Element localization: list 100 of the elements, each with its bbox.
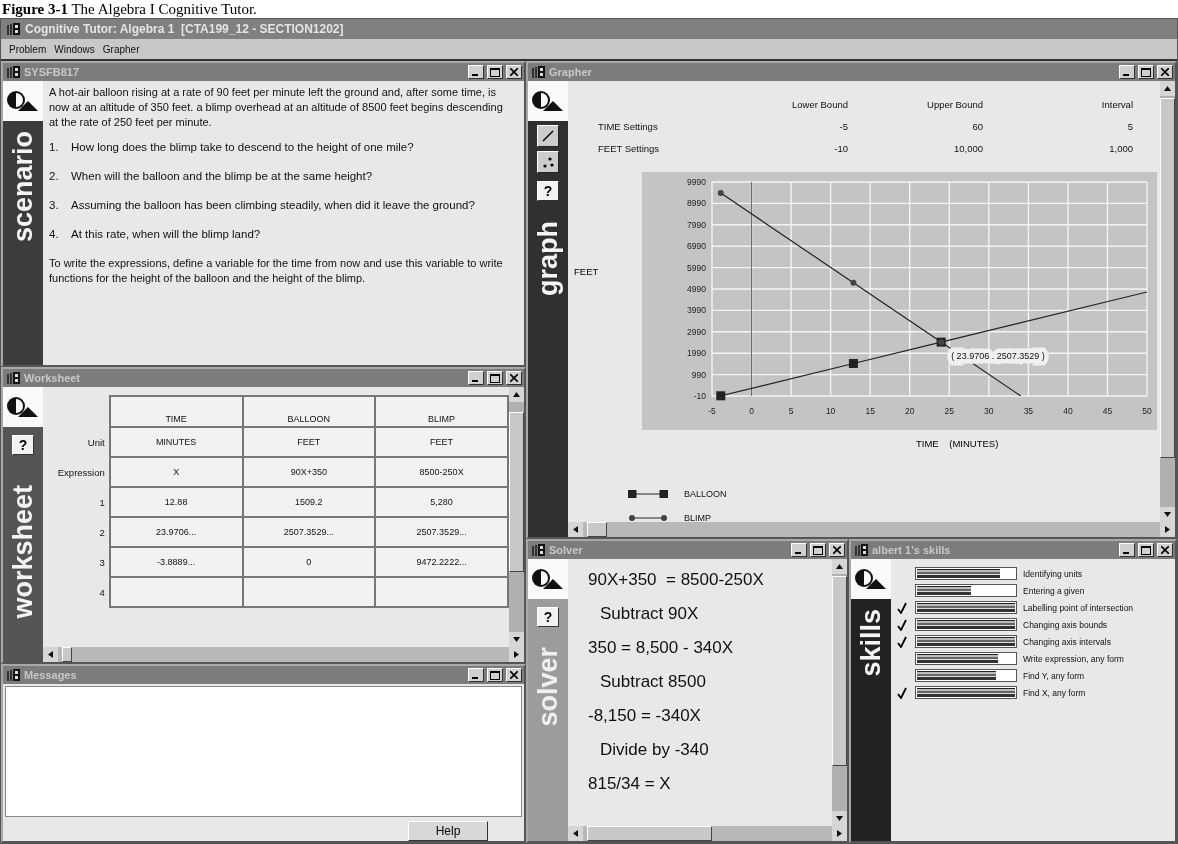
maximize-icon [490,373,500,383]
settings-value[interactable]: 1,000 [983,143,1133,154]
scroll-left-icon[interactable] [568,826,583,841]
row-label: 1 [45,487,110,517]
figure-caption: Figure 3-1 The Algebra I Cognitive Tutor. [1,0,257,18]
x-tick-label: 5 [788,406,794,416]
settings-value[interactable]: 60 [848,121,983,132]
y-tick-label: 5990 [687,262,706,273]
close-button[interactable] [1157,65,1173,79]
points-tool-button[interactable] [537,151,559,173]
scroll-down-icon[interactable] [1160,507,1175,522]
minimize-button[interactable] [1119,65,1135,79]
scroll-up-icon[interactable] [1160,81,1175,96]
scroll-down-icon[interactable] [832,811,847,826]
menu-item[interactable]: Problem [9,43,47,55]
minimize-button[interactable] [468,668,484,682]
table-cell[interactable]: 2507.3529... [242,517,376,547]
scroll-right-icon[interactable] [509,647,524,662]
scroll-up-icon[interactable] [832,559,847,574]
scroll-left-icon[interactable] [568,522,583,537]
help-button[interactable]: ? [12,435,34,455]
app-title: Cognitive Tutor: Algebra 1 [CTA199_12 - SECTION1202] [25,22,344,36]
x-tick-label: 45 [1102,406,1113,416]
settings-label: TIME Settings [598,121,659,132]
table-cell[interactable] [375,577,508,607]
scroll-right-icon[interactable] [1160,522,1175,537]
y-tick-label: 6990 [687,241,706,252]
vertical-scrollbar[interactable] [832,559,847,826]
vertical-scrollbar[interactable] [1160,81,1175,522]
maximize-button[interactable] [810,543,826,557]
x-tick-label: 35 [1023,406,1034,416]
table-cell[interactable]: 23.9706... [109,517,243,547]
table-cell[interactable]: FEET [375,427,508,457]
horizontal-scrollbar[interactable] [43,647,524,662]
legend-line-icon [628,490,668,498]
scroll-up-icon[interactable] [509,387,524,402]
settings-value[interactable]: -5 [738,121,848,132]
close-button[interactable] [506,668,522,682]
close-button[interactable] [506,371,522,385]
side-label: worksheet [7,485,39,619]
settings-value[interactable]: -10 [738,143,848,154]
maximize-button[interactable] [487,65,503,79]
close-icon [1161,68,1169,76]
instruction-text: To write the expressions, define a variable for the time from now and use this variable to write functions for the height of the balloon and the height of the blimp. [49,256,504,286]
equation-text: 90X+350 = 8500-250X [588,569,765,591]
table-cell[interactable]: MINUTES [109,427,243,457]
help-button[interactable]: ? [537,607,559,627]
window-title: SYSFB817 [24,66,81,78]
horizontal-scrollbar[interactable] [568,522,1175,537]
table-cell[interactable] [109,577,243,607]
close-button[interactable] [506,65,522,79]
scroll-left-icon[interactable] [43,647,58,662]
minimize-button[interactable] [468,371,484,385]
minimize-button[interactable] [791,543,807,557]
menu-item[interactable]: Windows [54,43,95,55]
table-cell[interactable]: 12.88 [109,487,243,517]
maximize-button[interactable] [487,668,503,682]
settings-value[interactable]: 5 [983,121,1133,132]
horizontal-scrollbar[interactable] [568,826,847,841]
table-cell[interactable]: 8500-250X [375,457,508,487]
window-icon [532,544,546,556]
scroll-thumb[interactable] [832,576,847,766]
table-cell[interactable]: 90X+350 [242,457,376,487]
table-cell[interactable]: 0 [242,547,376,577]
table-cell[interactable]: FEET [242,427,376,457]
vertical-scrollbar[interactable] [509,387,524,647]
minimize-button[interactable] [468,65,484,79]
scroll-down-icon[interactable] [509,632,524,647]
maximize-button[interactable] [487,371,503,385]
maximize-button[interactable] [1138,543,1154,557]
scroll-thumb[interactable] [509,412,524,572]
minimize-button[interactable] [1119,543,1135,557]
logo-icon [531,89,565,113]
window-icon [532,66,546,78]
table-cell[interactable] [242,577,376,607]
side-label: graph [532,221,564,296]
line-tool-button[interactable] [537,125,559,147]
scroll-right-icon[interactable] [832,826,847,841]
table-cell[interactable]: X [109,457,243,487]
x-axis-label: TIME (MINUTES) [916,438,999,449]
close-button[interactable] [829,543,845,557]
table-cell[interactable]: 5,280 [375,487,508,517]
table-cell[interactable]: 9472.2222... [375,547,508,577]
scroll-thumb[interactable] [587,826,712,841]
scroll-thumb[interactable] [587,522,607,537]
scroll-thumb[interactable] [1160,98,1175,458]
x-tick-label: 15 [865,406,875,416]
table-cell[interactable]: 2507.3529... [375,517,508,547]
x-tick-label: 20 [905,406,915,416]
table-cell[interactable]: 1509.2 [242,487,376,517]
settings-value[interactable]: 10,000 [848,143,983,154]
table-cell[interactable]: -3.8889... [109,547,243,577]
help-button[interactable]: ? [537,181,559,201]
menu-item[interactable]: Grapher [102,43,140,55]
close-icon [1161,546,1169,554]
help-button[interactable]: Help [408,821,488,841]
window-title: Messages [24,669,78,681]
maximize-button[interactable] [1138,65,1154,79]
scroll-thumb[interactable] [62,647,72,662]
close-button[interactable] [1157,543,1173,557]
